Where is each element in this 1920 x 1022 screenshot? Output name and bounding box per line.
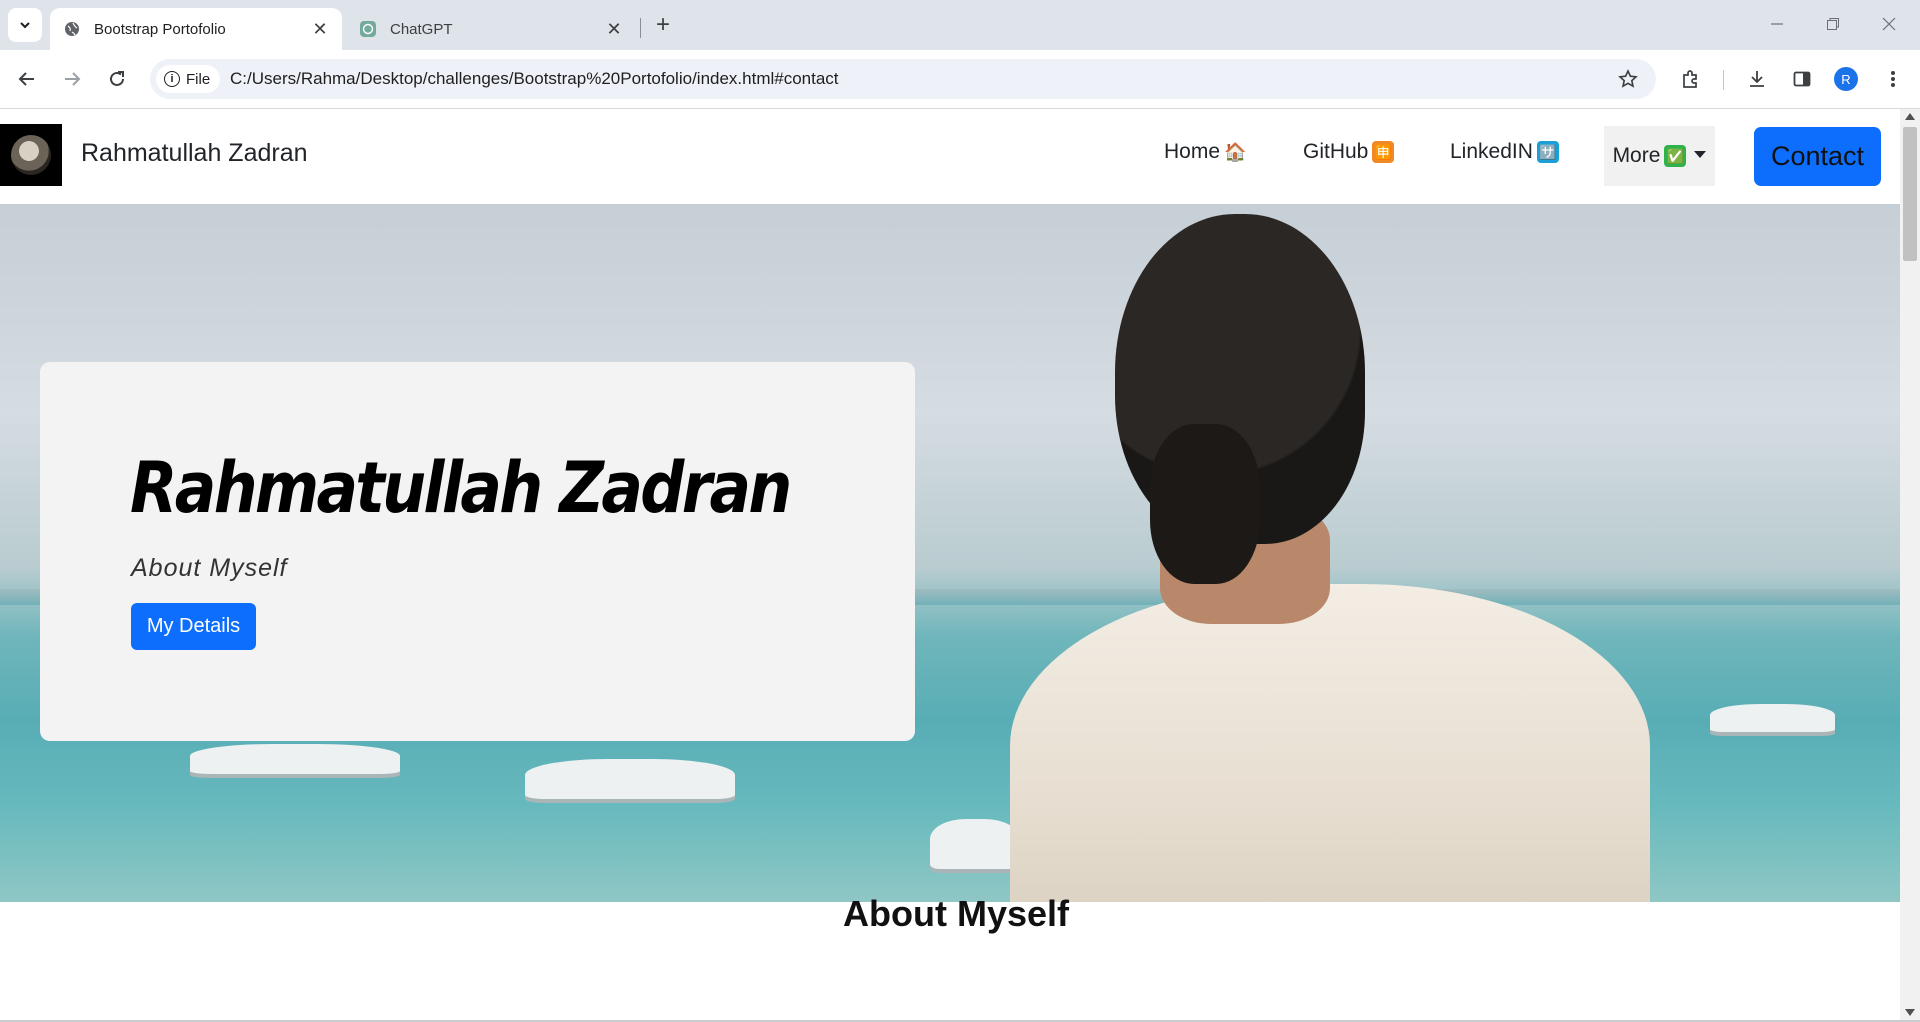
reload-icon[interactable] bbox=[100, 62, 134, 96]
scroll-thumb[interactable] bbox=[1903, 127, 1917, 261]
site-info-chip[interactable]: i File bbox=[156, 65, 221, 93]
nav-link-label: LinkedIN bbox=[1450, 140, 1533, 163]
nav-link-github[interactable]: GitHub 🈸 bbox=[1303, 140, 1395, 164]
toolbar-divider bbox=[1723, 70, 1724, 90]
more-dropdown[interactable]: More ✅ bbox=[1604, 126, 1715, 186]
house-icon: 🏠 bbox=[1224, 142, 1247, 162]
page-viewport: Rahmatullah Zadran Home 🏠 GitHub 🈸 Linke… bbox=[0, 109, 1900, 1020]
nav-link-home[interactable]: Home 🏠 bbox=[1164, 140, 1246, 164]
profile-avatar[interactable]: R bbox=[1834, 67, 1858, 91]
browser-toolbar: i File C:/Users/Rahma/Desktop/challenges… bbox=[0, 50, 1920, 109]
url-text[interactable]: C:/Users/Rahma/Desktop/challenges/Bootst… bbox=[230, 59, 839, 99]
minimize-icon[interactable] bbox=[1754, 6, 1800, 42]
more-label: More bbox=[1612, 144, 1661, 167]
bookmark-star-icon[interactable] bbox=[1612, 63, 1644, 95]
side-panel-icon[interactable] bbox=[1785, 62, 1819, 96]
scroll-down-arrow-icon[interactable] bbox=[1905, 1009, 1915, 1016]
hero-background-boat bbox=[525, 759, 735, 799]
hero-background-boat bbox=[930, 819, 1020, 869]
chatgpt-icon bbox=[360, 21, 376, 37]
tab-title: ChatGPT bbox=[390, 20, 453, 38]
tab-divider bbox=[640, 18, 641, 38]
back-arrow-icon[interactable] bbox=[10, 62, 44, 96]
nav-link-label: Home bbox=[1164, 140, 1221, 163]
page-scrollbar[interactable] bbox=[1900, 109, 1920, 1020]
nav-link-linkedin[interactable]: LinkedIN 🈂️ bbox=[1450, 140, 1559, 164]
info-icon: i bbox=[164, 71, 180, 87]
contact-button[interactable]: Contact bbox=[1754, 127, 1881, 186]
extensions-icon[interactable] bbox=[1673, 62, 1707, 96]
tab-search-button[interactable] bbox=[8, 8, 42, 42]
tab-strip: Bootstrap Portofolio ✕ ChatGPT ✕ + bbox=[0, 0, 1920, 50]
site-navbar: Rahmatullah Zadran Home 🏠 GitHub 🈸 Linke… bbox=[0, 109, 1900, 204]
new-tab-button[interactable]: + bbox=[648, 10, 678, 40]
scroll-up-arrow-icon[interactable] bbox=[1905, 113, 1915, 120]
hero-person-beard bbox=[1150, 424, 1260, 584]
hero-background-boat bbox=[1710, 704, 1835, 732]
hero-card: Rahmatullah Zadran About Myself My Detai… bbox=[40, 362, 915, 741]
close-tab-icon[interactable]: ✕ bbox=[602, 17, 626, 41]
nav-link-label: GitHub bbox=[1303, 140, 1369, 163]
caret-down-icon bbox=[1694, 150, 1707, 158]
menu-kebab-icon[interactable] bbox=[1876, 62, 1910, 96]
application-sign-icon: 🈸 bbox=[1372, 141, 1395, 163]
brand-logo[interactable] bbox=[0, 124, 62, 186]
brand-name[interactable]: Rahmatullah Zadran bbox=[81, 139, 308, 168]
chevron-down-icon bbox=[20, 22, 30, 29]
download-icon[interactable] bbox=[1740, 62, 1774, 96]
hero-subtitle: About Myself bbox=[131, 554, 288, 582]
tab-title: Bootstrap Portofolio bbox=[94, 20, 226, 38]
hero-person-shirt bbox=[1010, 584, 1650, 902]
address-bar[interactable]: i File C:/Users/Rahma/Desktop/challenges… bbox=[150, 59, 1656, 99]
tab-bootstrap-portofolio[interactable]: Bootstrap Portofolio ✕ bbox=[50, 8, 342, 50]
tab-chatgpt[interactable]: ChatGPT ✕ bbox=[346, 8, 636, 50]
check-mark-icon: ✅ bbox=[1664, 145, 1687, 167]
hero-section: Rahmatullah Zadran About Myself My Detai… bbox=[0, 204, 1900, 902]
my-details-button[interactable]: My Details bbox=[131, 603, 256, 650]
profile-photo bbox=[11, 135, 51, 175]
close-tab-icon[interactable]: ✕ bbox=[308, 17, 332, 41]
hero-title: Rahmatullah Zadran bbox=[130, 447, 792, 529]
forward-arrow-icon[interactable] bbox=[55, 62, 89, 96]
close-window-icon[interactable] bbox=[1866, 6, 1912, 42]
globe-icon bbox=[64, 21, 80, 37]
hero-background-boat bbox=[190, 744, 400, 774]
site-info-label: File bbox=[186, 70, 211, 88]
restore-icon[interactable] bbox=[1810, 6, 1856, 42]
about-heading: About Myself bbox=[843, 893, 1070, 934]
service-charge-icon: 🈂️ bbox=[1536, 141, 1559, 163]
